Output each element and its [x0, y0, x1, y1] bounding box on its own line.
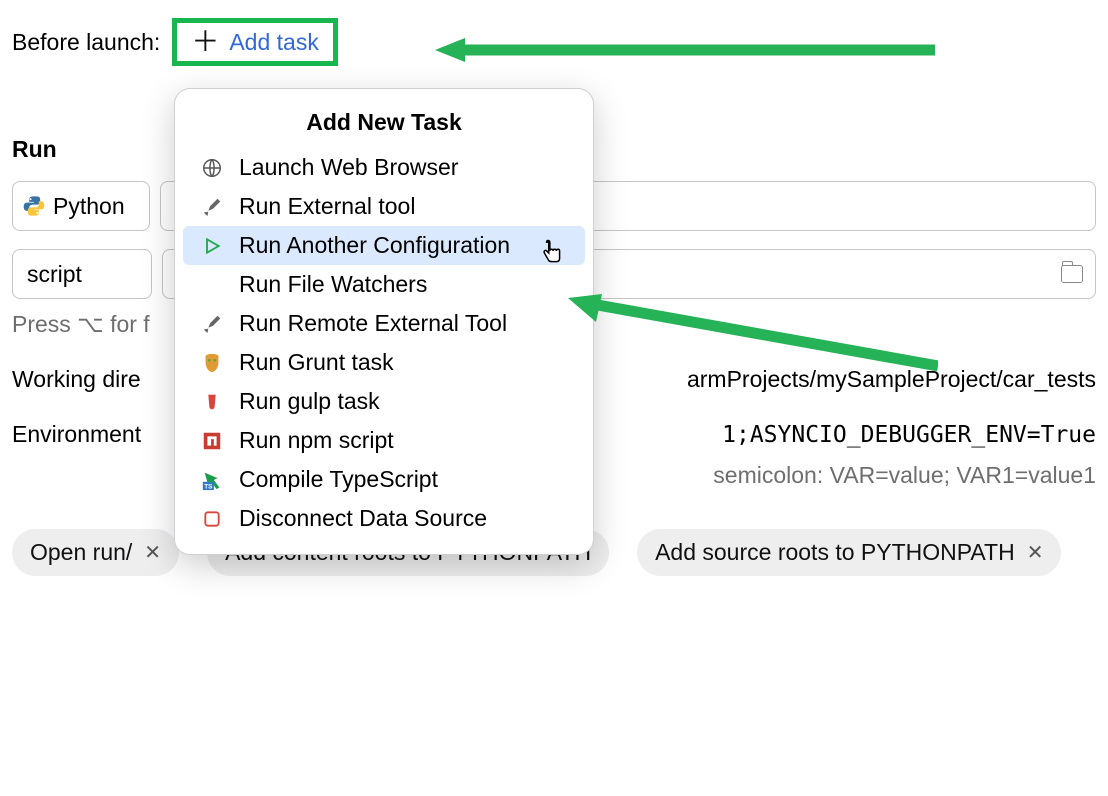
menu-item-label: Run Grunt task: [239, 349, 394, 376]
gulp-icon: [199, 391, 225, 413]
add-task-button[interactable]: ＋ Add task: [172, 18, 338, 66]
typescript-icon: TS: [199, 469, 225, 491]
working-dir-label: Working dire: [12, 366, 141, 393]
close-icon[interactable]: ✕: [144, 540, 161, 565]
menu-item-label: Run Another Configuration: [239, 232, 510, 259]
menu-item-run-remote-external-tool[interactable]: Run Remote External Tool: [183, 304, 585, 343]
menu-item-label: Disconnect Data Source: [239, 505, 487, 532]
add-task-label: Add task: [229, 29, 319, 56]
menu-item-run-grunt-task[interactable]: Run Grunt task: [183, 343, 585, 382]
menu-item-label: Run File Watchers: [239, 271, 427, 298]
add-task-popup: Add New Task Launch Web Browser Run Exte…: [174, 88, 594, 555]
script-type-select[interactable]: script: [12, 249, 152, 299]
tools-icon: [199, 196, 225, 218]
menu-item-run-gulp-task[interactable]: Run gulp task: [183, 382, 585, 421]
menu-item-label: Run Remote External Tool: [239, 310, 507, 337]
svg-text:TS: TS: [204, 483, 213, 490]
folder-icon[interactable]: [1061, 265, 1083, 283]
before-launch-label: Before launch:: [12, 29, 160, 56]
environment-value[interactable]: 1;ASYNCIO_DEBUGGER_ENV=True: [722, 422, 1096, 448]
grunt-icon: [199, 352, 225, 374]
python-icon: [23, 195, 45, 217]
chip-source-roots[interactable]: Add source roots to PYTHONPATH ✕: [637, 529, 1061, 576]
menu-item-label: Run External tool: [239, 193, 415, 220]
globe-icon: [199, 157, 225, 179]
menu-item-label: Launch Web Browser: [239, 154, 458, 181]
square-red-icon: [199, 509, 225, 529]
menu-item-disconnect-data-source[interactable]: Disconnect Data Source: [183, 499, 585, 538]
menu-item-compile-typescript[interactable]: TS Compile TypeScript: [183, 460, 585, 499]
menu-item-label: Compile TypeScript: [239, 466, 438, 493]
interpreter-select[interactable]: Python: [12, 181, 150, 231]
menu-item-run-file-watchers[interactable]: Run File Watchers: [183, 265, 585, 304]
menu-item-run-npm-script[interactable]: Run npm script: [183, 421, 585, 460]
chip-open-run[interactable]: Open run/ ✕: [12, 529, 179, 576]
menu-item-run-another-configuration[interactable]: Run Another Configuration: [183, 226, 585, 265]
menu-item-label: Run npm script: [239, 427, 394, 454]
environment-label: Environment: [12, 421, 141, 448]
script-type-label: script: [27, 261, 82, 288]
play-icon: [199, 236, 225, 256]
pointer-cursor-icon: [539, 239, 565, 267]
chip-label: Add source roots to PYTHONPATH: [655, 539, 1015, 566]
interpreter-name: Python: [53, 193, 125, 220]
menu-item-label: Run gulp task: [239, 388, 380, 415]
plus-icon: ＋: [191, 28, 219, 56]
close-icon[interactable]: ✕: [1027, 540, 1044, 565]
menu-item-launch-web-browser[interactable]: Launch Web Browser: [183, 148, 585, 187]
npm-icon: [199, 430, 225, 452]
tools-icon: [199, 313, 225, 335]
popup-title: Add New Task: [183, 103, 585, 148]
menu-item-run-external-tool[interactable]: Run External tool: [183, 187, 585, 226]
chip-label: Open run/: [30, 539, 132, 566]
